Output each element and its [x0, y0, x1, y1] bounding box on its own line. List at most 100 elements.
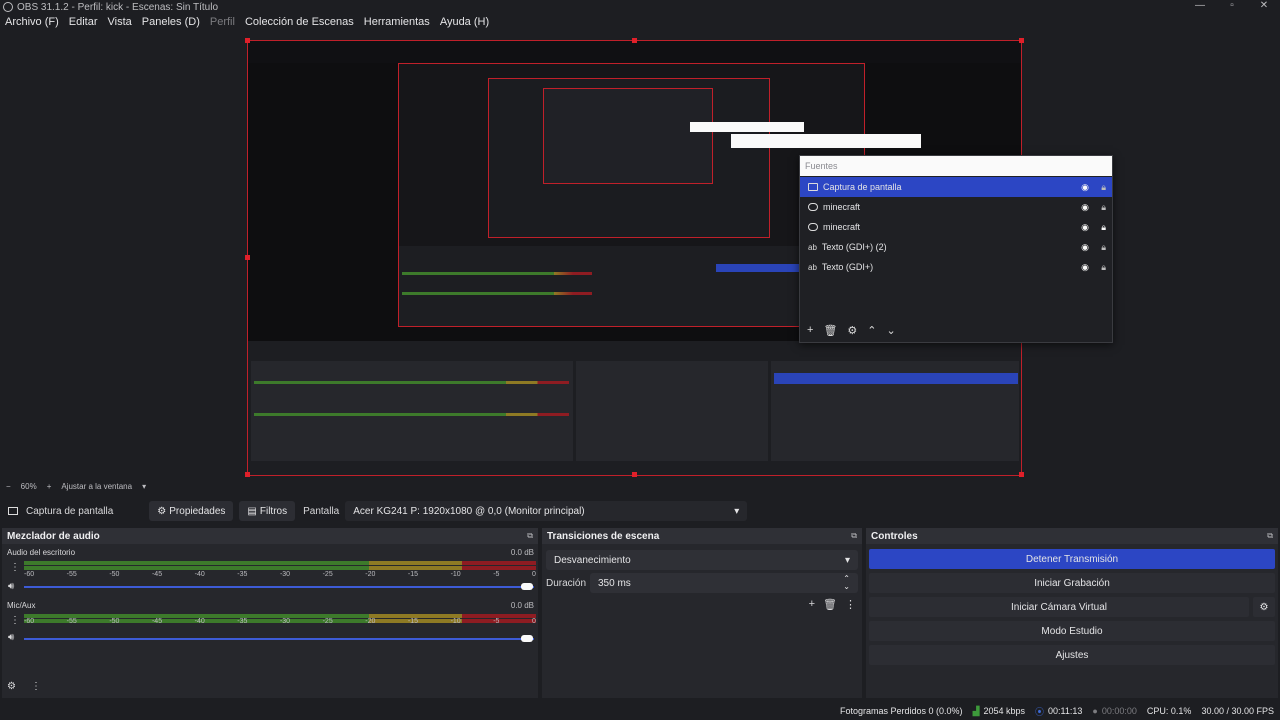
stream-time: 00:11:13	[1048, 706, 1083, 716]
source-label: Texto (GDI+) (2)	[821, 242, 887, 252]
audio-mixer-title: Mezclador de audio	[7, 530, 100, 542]
menu-bar: Archivo (F) Editar Vista Paneles (D) Per…	[0, 16, 494, 32]
volume-slider[interactable]	[24, 586, 534, 588]
maximize-icon[interactable]: ▫	[1216, 0, 1248, 11]
source-item[interactable]: Captura de pantalla ◉ 🔒︎	[800, 177, 1112, 197]
zoom-fit[interactable]: Ajustar a la ventana	[61, 482, 132, 491]
nested-popup	[690, 122, 804, 132]
channel-db: 0.0 dB	[510, 601, 534, 610]
menu-herramientas[interactable]: Herramientas	[359, 16, 435, 32]
volume-knob[interactable]	[521, 635, 533, 642]
popout-icon[interactable]: ⧉	[851, 531, 857, 541]
studio-mode-button[interactable]: Modo Estudio	[869, 621, 1275, 641]
menu-archivo[interactable]: Archivo (F)	[0, 16, 64, 32]
more-icon[interactable]: ⋮	[845, 598, 856, 611]
transitions-title: Transiciones de escena	[547, 530, 660, 542]
duration-label: Duración	[546, 578, 587, 589]
source-label: minecraft	[823, 202, 861, 212]
text-icon: ab	[808, 263, 817, 272]
gear-icon[interactable]: ⚙	[847, 324, 857, 337]
source-item[interactable]: minecraft ◉ 🔒︎	[800, 197, 1112, 217]
trash-icon[interactable]: 🗑︎	[823, 324, 837, 337]
chevron-down-icon: ▾	[844, 554, 850, 566]
resize-handle[interactable]	[632, 38, 637, 43]
menu-perfil[interactable]: Perfil	[205, 16, 240, 32]
resize-handle[interactable]	[245, 38, 250, 43]
start-virtual-camera-button[interactable]: Iniciar Cámara Virtual	[869, 597, 1249, 617]
chevron-up-icon[interactable]: ⌃	[867, 324, 876, 337]
mixer-settings-icon[interactable]: ⚙	[7, 681, 16, 692]
chevron-down-icon[interactable]: ▾	[142, 482, 146, 491]
eye-icon[interactable]: ◉	[1081, 182, 1089, 193]
nested-docks	[248, 341, 1021, 475]
lock-icon[interactable]: 🔒︎	[1101, 222, 1106, 233]
speaker-icon[interactable]: 🔊︎	[8, 581, 14, 592]
source-item[interactable]: minecraft ◉ 🔒︎	[800, 217, 1112, 237]
eye-icon[interactable]: ◉	[1081, 222, 1089, 233]
popout-icon[interactable]: ⧉	[527, 531, 533, 541]
eye-icon[interactable]: ◉	[1081, 202, 1089, 213]
volume-slider[interactable]	[24, 638, 534, 640]
add-icon[interactable]: +	[807, 324, 813, 337]
resize-handle[interactable]	[1019, 38, 1024, 43]
signal-icon: ▟	[972, 705, 980, 716]
bitrate: 2054 kbps	[983, 706, 1026, 716]
lock-icon[interactable]: 🔒︎	[1101, 182, 1106, 193]
zoom-out-button[interactable]: −	[6, 482, 11, 491]
properties-label: Propiedades	[169, 505, 226, 517]
lock-icon[interactable]: 🔒︎	[1101, 262, 1106, 273]
duration-spinbox[interactable]: 350 ms ⌃ ⌄	[590, 573, 858, 593]
transition-value: Desvanecimiento	[554, 554, 631, 566]
menu-ayuda[interactable]: Ayuda (H)	[435, 16, 494, 32]
screen-select[interactable]: Acer KG241 P: 1920x1080 @ 0,0 (Monitor p…	[345, 501, 748, 521]
filter-icon: ▤	[247, 505, 257, 517]
fps: 30.00 / 30.00 FPS	[1201, 706, 1274, 716]
source-item[interactable]: ab Texto (GDI+) (2) ◉ 🔒︎	[800, 237, 1112, 257]
add-icon[interactable]: +	[809, 598, 815, 611]
controls-header: Controles ⧉	[866, 528, 1278, 544]
zoom-in-button[interactable]: +	[47, 482, 52, 491]
virtual-camera-settings[interactable]: ⚙	[1253, 597, 1275, 617]
stop-streaming-button[interactable]: Detener Transmisión	[869, 549, 1275, 569]
gamepad-icon	[808, 203, 818, 211]
nested-preview-3	[543, 88, 713, 184]
lock-icon[interactable]: 🔒︎	[1101, 202, 1106, 213]
dropped-frames: Fotogramas Perdidos 0 (0.0%)	[840, 706, 963, 716]
stepper-icon[interactable]: ⌃ ⌄	[843, 575, 850, 591]
trash-icon[interactable]: 🗑︎	[823, 598, 837, 611]
speaker-icon[interactable]: 🔊︎	[8, 632, 14, 643]
window-controls: — ▫ ✕	[1184, 0, 1280, 11]
more-icon[interactable]: ⋮	[31, 681, 41, 692]
filters-button[interactable]: ▤ Filtros	[239, 501, 296, 521]
minimize-icon[interactable]: —	[1184, 0, 1216, 11]
more-icon[interactable]: ⋮	[10, 615, 20, 626]
properties-button[interactable]: ⚙ Propiedades	[149, 501, 234, 521]
text-icon: ab	[808, 243, 817, 252]
eye-icon[interactable]: ◉	[1081, 242, 1089, 253]
window-title: OBS 31.1.2 - Perfil: kick - Escenas: Sin…	[17, 1, 219, 13]
transition-toolbar: + 🗑︎ ⋮	[809, 598, 856, 611]
eye-icon[interactable]: ◉	[1081, 262, 1089, 273]
transition-select[interactable]: Desvanecimiento ▾	[546, 550, 858, 570]
close-icon[interactable]: ✕	[1248, 0, 1280, 11]
menu-paneles[interactable]: Paneles (D)	[137, 16, 205, 32]
chevron-down-icon[interactable]: ⌄	[887, 324, 896, 337]
settings-button[interactable]: Ajustes	[869, 645, 1275, 665]
resize-handle[interactable]	[632, 472, 637, 477]
gear-icon: ⚙	[157, 505, 167, 517]
start-recording-button[interactable]: Iniciar Grabación	[869, 573, 1275, 593]
monitor-icon	[8, 507, 18, 515]
source-item[interactable]: ab Texto (GDI+) ◉ 🔒︎	[800, 257, 1112, 277]
menu-editar[interactable]: Editar	[64, 16, 103, 32]
popout-icon[interactable]: ⧉	[1267, 531, 1273, 541]
menu-vista[interactable]: Vista	[103, 16, 137, 32]
menu-coleccion[interactable]: Colección de Escenas	[240, 16, 359, 32]
lock-icon[interactable]: 🔒︎	[1101, 242, 1106, 253]
resize-handle[interactable]	[1019, 472, 1024, 477]
audio-mixer-panel: Mezclador de audio ⧉ Audio del escritori…	[2, 528, 538, 698]
more-icon[interactable]: ⋮	[10, 562, 20, 573]
resize-handle[interactable]	[245, 472, 250, 477]
screen-label: Pantalla	[303, 505, 340, 517]
resize-handle[interactable]	[245, 255, 250, 260]
volume-knob[interactable]	[521, 583, 533, 590]
